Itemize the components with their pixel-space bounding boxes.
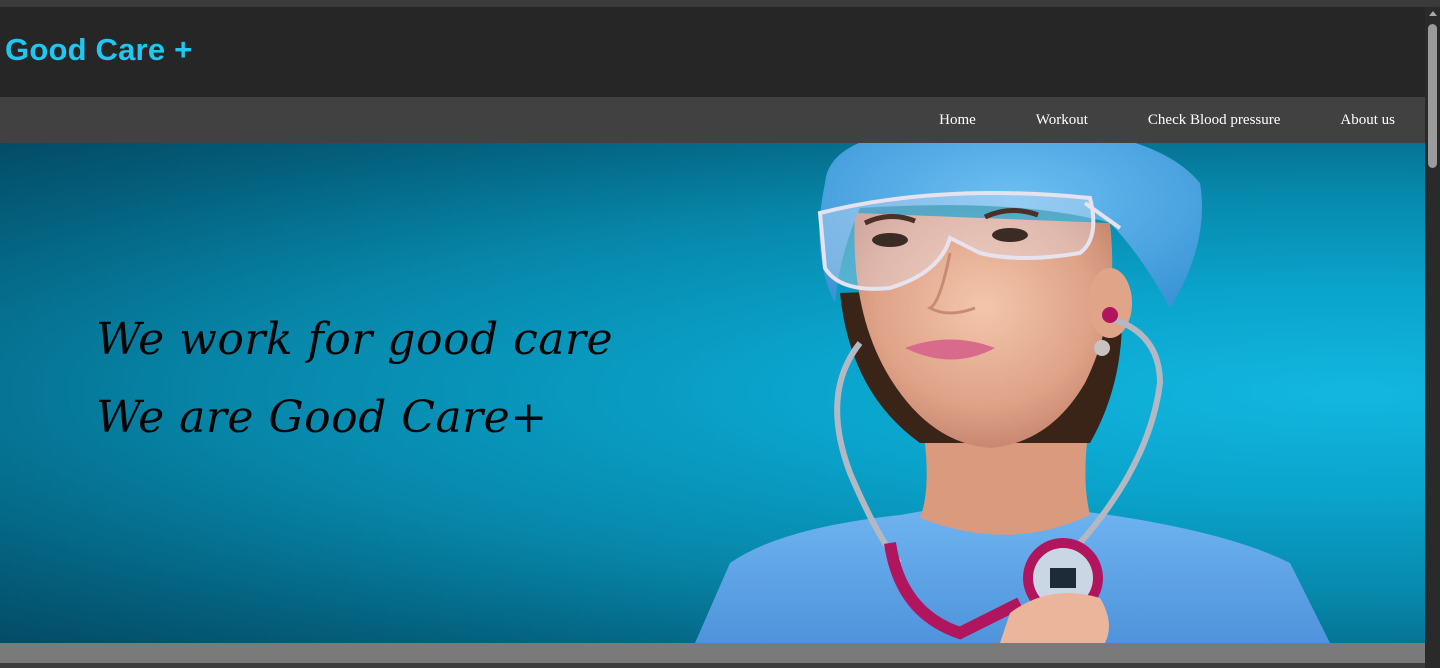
right-eye — [992, 228, 1028, 242]
earring — [1094, 340, 1110, 356]
left-eye — [872, 233, 908, 247]
nav-list: Home Workout Check Blood pressure About … — [909, 97, 1425, 143]
neck — [920, 433, 1090, 535]
nav-item-check-blood-pressure[interactable]: Check Blood pressure — [1118, 97, 1310, 143]
hero-line-1: We work for good care — [96, 314, 614, 365]
brand-logo[interactable]: Good Care + — [5, 32, 192, 68]
chestpiece-logo — [1050, 568, 1076, 588]
page-bottom-edge — [0, 663, 1425, 668]
nav-item-workout[interactable]: Workout — [1006, 97, 1118, 143]
browser-top-strip — [0, 0, 1440, 7]
site-header: Good Care + — [0, 7, 1425, 97]
doctor-image — [695, 143, 1330, 643]
section-divider — [0, 643, 1425, 663]
navbar: Home Workout Check Blood pressure About … — [0, 97, 1425, 143]
nav-item-about-us[interactable]: About us — [1310, 97, 1425, 143]
page: Good Care + Home Workout Check Blood pre… — [0, 7, 1425, 668]
scroll-up-arrow-icon[interactable] — [1429, 11, 1437, 16]
hero-tagline: We work for good care We are Good Care+ — [96, 301, 613, 457]
ear — [1088, 268, 1132, 338]
hero-banner: We work for good care We are Good Care+ — [0, 143, 1425, 643]
earpiece — [1102, 307, 1118, 323]
nav-item-home[interactable]: Home — [909, 97, 1006, 143]
hero-line-2: We are Good Care+ — [96, 392, 548, 443]
scrollbar-thumb[interactable] — [1428, 24, 1437, 168]
